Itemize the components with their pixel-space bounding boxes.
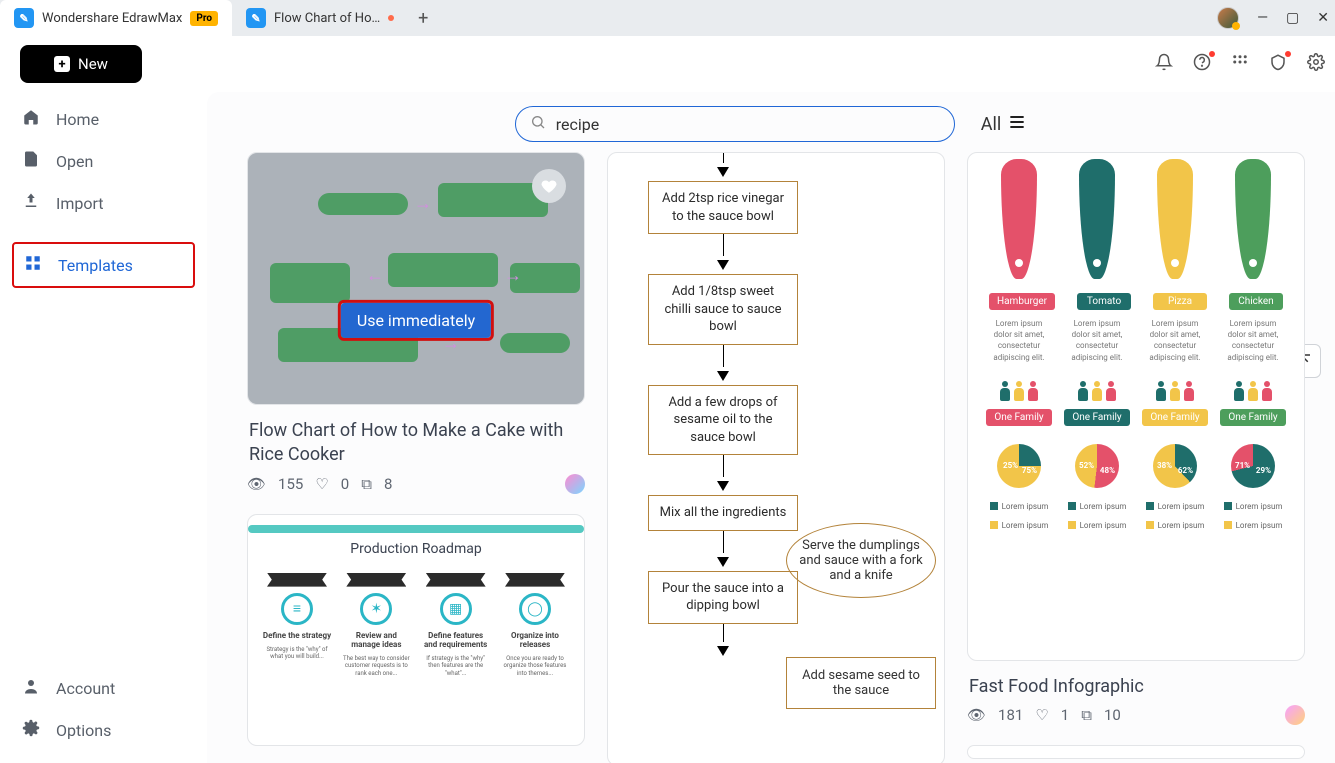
- home-icon: [22, 108, 42, 130]
- menu-icon: [1007, 112, 1027, 137]
- sidebar-item-import[interactable]: Import: [12, 182, 195, 224]
- copies-count: 10: [1104, 706, 1121, 724]
- search-input[interactable]: [556, 115, 940, 134]
- tab-document-label: Flow Chart of Ho…: [274, 11, 380, 26]
- maximize-button[interactable]: ▢: [1286, 10, 1299, 26]
- search-icon: [530, 114, 546, 134]
- sidebar-item-open[interactable]: Open: [12, 140, 195, 182]
- template-meta: 👁 181 ♡ 1 ⧉ 10: [967, 705, 1305, 725]
- sidebar-label: Templates: [58, 256, 133, 275]
- tab-main[interactable]: ✎ Wondershare EdrawMax Pro: [0, 0, 232, 36]
- use-immediately-highlight: Use immediately: [338, 299, 494, 340]
- sidebar-label: Open: [56, 152, 93, 171]
- sidebar-label: Import: [56, 194, 104, 213]
- user-avatar[interactable]: [1217, 7, 1239, 29]
- flow-node: Add a few drops of sesame oil to the sau…: [648, 385, 798, 456]
- template-thumbnail[interactable]: Production Roadmap ≡Define the strategyS…: [247, 514, 585, 746]
- template-thumbnail[interactable]: → ← → → Use immediately: [247, 152, 585, 405]
- close-button[interactable]: ✕: [1317, 10, 1329, 26]
- likes-count: 1: [1061, 706, 1069, 724]
- template-thumbnail[interactable]: [967, 745, 1305, 759]
- flow-node: Add sesame seed to the sauce: [786, 657, 936, 709]
- flow-node: Add 2tsp rice vinegar to the sauce bowl: [648, 181, 798, 234]
- template-gallery: → ← → → Use immediately Flow Chart of Ho…: [207, 152, 1335, 763]
- flow-node: Pour the sauce into a dipping bowl: [648, 571, 798, 624]
- tab-main-label: Wondershare EdrawMax: [42, 11, 182, 26]
- filter-all-button[interactable]: All: [981, 112, 1028, 137]
- sidebar-item-options[interactable]: Options: [12, 709, 195, 751]
- sidebar-item-account[interactable]: Account: [12, 667, 195, 709]
- templates-icon: [24, 254, 44, 276]
- import-icon: [22, 192, 42, 214]
- sidebar-label: Options: [56, 721, 111, 740]
- search-box[interactable]: [515, 106, 955, 142]
- help-icon[interactable]: [1193, 53, 1211, 75]
- new-button-label: New: [78, 55, 108, 73]
- template-title: Fast Food Infographic: [969, 675, 1303, 699]
- titlebar: ✎ Wondershare EdrawMax Pro ✎ Flow Chart …: [0, 0, 1335, 36]
- settings-icon[interactable]: [1307, 53, 1325, 75]
- unsaved-dot-icon: [388, 15, 394, 21]
- template-card[interactable]: Add 2tsp rice vinegar to the sauce bowl …: [607, 152, 945, 763]
- minimize-button[interactable]: —: [1257, 10, 1268, 26]
- pro-badge: Pro: [190, 11, 218, 26]
- apps-icon[interactable]: [1231, 53, 1249, 75]
- sidebar-item-templates[interactable]: Templates: [12, 242, 195, 288]
- copies-count: 8: [384, 475, 392, 493]
- views-icon: 👁: [247, 475, 266, 493]
- plus-icon: +: [54, 56, 70, 72]
- gear-icon: [22, 719, 42, 741]
- likes-icon: ♡: [1035, 706, 1048, 724]
- file-icon: [22, 150, 42, 172]
- app-logo-icon: ✎: [14, 8, 34, 28]
- tab-add-button[interactable]: +: [408, 8, 438, 29]
- flow-node: Mix all the ingredients: [648, 495, 798, 531]
- template-title: Flow Chart of How to Make a Cake with Ri…: [249, 419, 583, 468]
- template-card[interactable]: → ← → → Use immediately Flow Chart of Ho…: [247, 152, 585, 494]
- new-button[interactable]: + New: [20, 45, 142, 83]
- favorite-button[interactable]: [532, 169, 566, 203]
- tab-document[interactable]: ✎ Flow Chart of Ho…: [232, 0, 408, 36]
- copies-icon: ⧉: [1081, 706, 1092, 724]
- views-count: 155: [278, 475, 303, 493]
- content-area: All → ← → →: [207, 92, 1335, 763]
- likes-count: 0: [341, 475, 349, 493]
- views-icon: 👁: [967, 706, 986, 724]
- template-card[interactable]: Production Roadmap ≡Define the strategyS…: [247, 514, 585, 746]
- sidebar-label: Home: [56, 110, 99, 129]
- sidebar-label: Account: [56, 679, 115, 698]
- sidebar-item-home[interactable]: Home: [12, 98, 195, 140]
- theme-icon[interactable]: [1269, 53, 1287, 75]
- template-thumbnail[interactable]: Add 2tsp rice vinegar to the sauce bowl …: [607, 152, 945, 763]
- views-count: 181: [998, 706, 1023, 724]
- template-meta: 👁 155 ♡ 0 ⧉ 8: [247, 474, 585, 494]
- likes-icon: ♡: [315, 475, 328, 493]
- flow-node: Add 1/8tsp sweet chilli sauce to sauce b…: [648, 274, 798, 345]
- template-card[interactable]: Hamburger Tomato Pizza Chicken Lorem ips…: [967, 152, 1305, 763]
- template-thumbnail[interactable]: Hamburger Tomato Pizza Chicken Lorem ips…: [967, 152, 1305, 661]
- use-immediately-button[interactable]: Use immediately: [341, 302, 491, 337]
- window-controls: — ▢ ✕: [1217, 7, 1335, 29]
- notifications-icon[interactable]: [1155, 53, 1173, 75]
- flow-node: Serve the dumplings and sauce with a for…: [786, 523, 936, 598]
- account-icon: [22, 677, 42, 699]
- author-avatar[interactable]: [1285, 705, 1305, 725]
- thumb-title: Production Roadmap: [262, 541, 570, 557]
- filter-label: All: [981, 114, 1002, 135]
- top-toolbar: + New: [0, 36, 1335, 92]
- author-avatar[interactable]: [565, 474, 585, 494]
- copies-icon: ⧉: [361, 475, 372, 493]
- doc-icon: ✎: [246, 8, 266, 28]
- sidebar: Home Open Import Templates Account: [0, 92, 207, 763]
